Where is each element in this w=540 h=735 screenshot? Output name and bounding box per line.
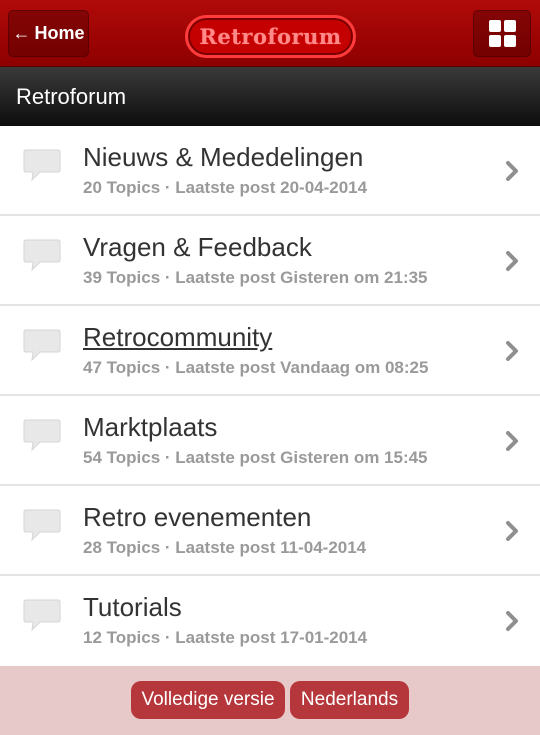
page-title: Retroforum [0,67,540,126]
speech-bubble-icon [23,599,61,632]
back-arrow-icon: ← [12,23,31,43]
speech-bubble-icon [23,149,61,182]
footer: Volledige versie Nederlands [0,666,540,735]
chevron-right-icon [506,161,518,181]
forum-title: Tutorials [83,592,182,622]
full-version-button[interactable]: Volledige versie [131,681,285,719]
forum-meta: 47 Topics · Laatste post Vandaag om 08:2… [83,358,429,377]
speech-bubble-icon [23,239,61,272]
forum-row[interactable]: Retro evenementen 28 Topics · Laatste po… [0,486,540,576]
grid-icon [488,20,516,47]
speech-bubble-icon [23,509,61,542]
forum-row[interactable]: Retrocommunity 47 Topics · Laatste post … [0,306,540,396]
chevron-right-icon [506,611,518,631]
top-bar: ← Home Retroforum [0,0,540,67]
forum-meta: 54 Topics · Laatste post Gisteren om 15:… [83,448,428,467]
forum-row[interactable]: Nieuws & Mededelingen 20 Topics · Laatst… [0,126,540,216]
speech-bubble-icon [23,329,61,362]
home-button[interactable]: ← Home [8,10,89,57]
forum-meta: 20 Topics · Laatste post 20-04-2014 [83,178,368,197]
forum-title: Marktplaats [83,412,218,442]
forum-meta: 28 Topics · Laatste post 11-04-2014 [83,538,367,557]
chevron-right-icon [506,341,518,361]
language-button[interactable]: Nederlands [290,681,409,719]
forum-meta: 12 Topics · Laatste post 17-01-2014 [83,628,368,647]
chevron-right-icon [506,521,518,541]
chevron-right-icon [506,431,518,451]
forum-meta: 39 Topics · Laatste post Gisteren om 21:… [83,268,428,287]
home-label: Home [34,23,85,43]
speech-bubble-icon [23,419,61,452]
site-logo[interactable]: Retroforum [185,15,356,58]
logo-text: Retroforum [199,24,342,49]
forum-title: Retro evenementen [83,502,312,532]
forum-title: Vragen & Feedback [83,232,312,262]
forum-row[interactable]: Marktplaats 54 Topics · Laatste post Gis… [0,396,540,486]
chevron-right-icon [506,251,518,271]
forum-title: Nieuws & Mededelingen [83,142,364,172]
forum-row[interactable]: Tutorials 12 Topics · Laatste post 17-01… [0,576,540,666]
menu-button[interactable] [473,10,531,57]
forum-row[interactable]: Vragen & Feedback 39 Topics · Laatste po… [0,216,540,306]
forum-list: Nieuws & Mededelingen 20 Topics · Laatst… [0,126,540,666]
forum-title: Retrocommunity [83,322,273,352]
